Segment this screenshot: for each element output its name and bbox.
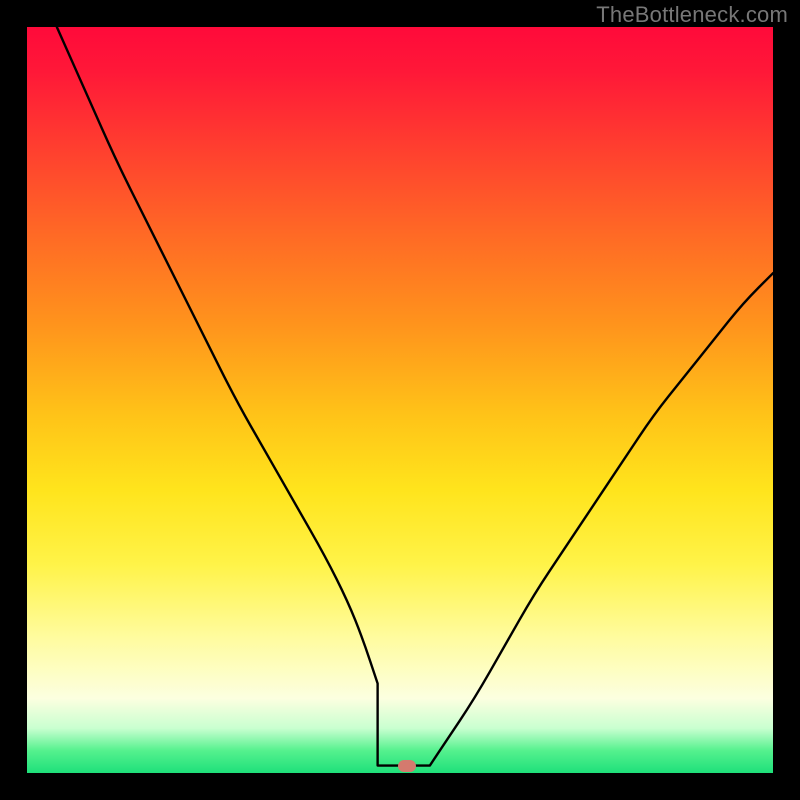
trough-marker: [398, 760, 416, 772]
plot-area: [27, 27, 773, 773]
watermark-text: TheBottleneck.com: [596, 2, 788, 28]
chart-frame: TheBottleneck.com: [0, 0, 800, 800]
bottleneck-curve: [27, 27, 773, 773]
